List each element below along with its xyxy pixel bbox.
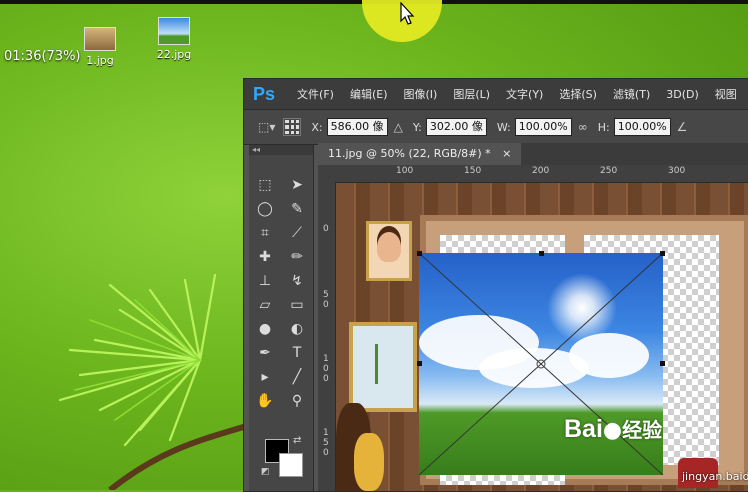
menu-edit[interactable]: 编辑(E) (342, 86, 396, 102)
move-tool-icon[interactable]: ➤ (281, 173, 313, 197)
document-canvas[interactable] (336, 183, 748, 491)
type-tool-icon[interactable]: T (281, 341, 313, 365)
ruler-tick: 150 (464, 166, 482, 176)
recording-timer: 01:36(73%) (4, 49, 81, 64)
transform-handle[interactable] (539, 251, 544, 256)
ruler-tick: 300 (668, 166, 686, 176)
transform-handle[interactable] (660, 251, 665, 256)
photoshop-logo: Ps (253, 83, 276, 104)
desktop-icon-label: 1.jpg (86, 54, 114, 67)
sprout-image (375, 344, 388, 384)
girl-portrait-image (377, 232, 401, 262)
lasso-tool-icon[interactable]: ◯ (249, 197, 281, 221)
dodge-tool-icon[interactable]: ◐ (281, 317, 313, 341)
ruler-origin[interactable] (318, 165, 336, 182)
w-label: W: (496, 120, 511, 134)
x-label: X: (311, 120, 323, 134)
line-tool-icon[interactable]: ╱ (281, 365, 313, 389)
height-input[interactable]: 100.00% (613, 118, 671, 136)
menu-image[interactable]: 图像(I) (396, 86, 446, 102)
pen-tool-icon[interactable]: ✒ (249, 341, 281, 365)
marquee-tool-icon[interactable]: ⬚ (249, 173, 281, 197)
options-bar: ⬚▾ X: 586.00 像 △ Y: 302.00 像 W: 100.00% … (244, 110, 748, 145)
menu-select[interactable]: 选择(S) (551, 86, 605, 102)
menu-layer[interactable]: 图层(L) (445, 86, 498, 102)
menu-view[interactable]: 视图 (707, 86, 745, 102)
image-thumbnail-icon (158, 17, 190, 45)
mouse-pointer-icon (400, 2, 415, 25)
crop-tool-icon[interactable]: ⌗ (249, 221, 281, 245)
transform-handle[interactable] (417, 251, 422, 256)
document-tab-bar: 11.jpg @ 50% (22, RGB/8#) * × (318, 143, 748, 165)
background-color-swatch[interactable] (279, 453, 303, 477)
ruler-tick: 200 (532, 166, 550, 176)
yellow-dress (354, 433, 384, 491)
eraser-tool-icon[interactable]: ▱ (249, 293, 281, 317)
width-input[interactable]: 100.00% (514, 118, 572, 136)
tools-panel: ◂◂ ⬚ ➤ ◯ ✎ ⌗ ⟋ ✚ ✏ ⊥ ↯ ▱ ▭ ● ◐ ✒ T ▸ ╱ ✋… (249, 145, 314, 491)
ruler-tick: 0 (323, 300, 329, 310)
horizontal-ruler[interactable]: 100 150 200 250 300 (336, 165, 748, 183)
transform-handle[interactable] (417, 361, 422, 366)
baidu-logo-text: Bai (564, 415, 603, 443)
eyedropper-tool-icon[interactable]: ⟋ (281, 221, 313, 245)
ruler-tick: 250 (600, 166, 618, 176)
menu-3d[interactable]: 3D(D) (658, 88, 707, 101)
desktop-icon-22jpg[interactable]: 22.jpg (144, 17, 204, 61)
ruler-tick: 1 (323, 428, 329, 438)
ruler-tick: 0 (323, 364, 329, 374)
vertical-ruler[interactable]: 0 5 0 1 0 0 1 5 0 (318, 182, 336, 491)
path-select-tool-icon[interactable]: ▸ (249, 365, 281, 389)
panel-collapse-icon[interactable]: ◂◂ (249, 145, 313, 155)
brush-tool-icon[interactable]: ✏ (281, 245, 313, 269)
zoom-tool-icon[interactable]: ⚲ (281, 389, 313, 413)
plant-photo-frame (349, 322, 417, 412)
ruler-tick: 1 (323, 354, 329, 364)
menu-bar: Ps 文件(F) 编辑(E) 图像(I) 图层(L) 文字(Y) 选择(S) 滤… (244, 79, 748, 110)
stamp-tool-icon[interactable]: ⊥ (249, 269, 281, 293)
ruler-tick: 5 (323, 438, 329, 448)
angle-icon[interactable]: ∠ (677, 120, 688, 134)
delta-icon[interactable]: △ (394, 120, 403, 134)
baidu-jingyan-text: 经验 (622, 418, 663, 442)
document-tab-title: 11.jpg @ 50% (22, RGB/8#) * (328, 147, 491, 160)
menu-filter[interactable]: 滤镜(T) (605, 86, 658, 102)
y-position-input[interactable]: 302.00 像 (425, 118, 487, 136)
ruler-tick: 5 (323, 290, 329, 300)
pine-branch-wallpaper (58, 273, 251, 490)
desktop-icon-label: 22.jpg (156, 48, 192, 61)
watermark-url: jingyan.baidu.com (682, 470, 748, 483)
baidu-watermark: Bai●经验 (564, 414, 662, 444)
swap-colors-icon[interactable]: ⇄ (293, 435, 301, 446)
color-swatches: ⇄ ◩ (261, 435, 311, 484)
ruler-tick: 100 (396, 166, 414, 176)
gradient-tool-icon[interactable]: ▭ (281, 293, 313, 317)
paw-icon: ● (602, 418, 623, 443)
link-icon[interactable]: ∞ (578, 120, 588, 134)
image-thumbnail-icon (84, 27, 116, 51)
ruler-tick: 0 (323, 224, 329, 234)
transform-tool-icon[interactable]: ⬚▾ (258, 120, 275, 134)
close-tab-icon[interactable]: × (502, 147, 511, 160)
menu-type[interactable]: 文字(Y) (498, 86, 551, 102)
reference-point-grid[interactable] (283, 118, 302, 136)
history-brush-tool-icon[interactable]: ↯ (281, 269, 313, 293)
healing-brush-tool-icon[interactable]: ✚ (249, 245, 281, 269)
document-tab[interactable]: 11.jpg @ 50% (22, RGB/8#) * × (318, 143, 522, 165)
menu-file[interactable]: 文件(F) (289, 86, 342, 102)
photoshop-window: Ps 文件(F) 编辑(E) 图像(I) 图层(L) 文字(Y) 选择(S) 滤… (243, 78, 748, 492)
x-position-input[interactable]: 586.00 像 (326, 118, 388, 136)
default-colors-icon[interactable]: ◩ (261, 467, 270, 477)
blur-tool-icon[interactable]: ● (249, 317, 281, 341)
quick-select-tool-icon[interactable]: ✎ (281, 197, 313, 221)
hand-tool-icon[interactable]: ✋ (249, 389, 281, 413)
portrait-photo-frame (366, 221, 412, 281)
ruler-tick: 0 (323, 374, 329, 384)
ruler-tick: 0 (323, 448, 329, 458)
transform-handle[interactable] (660, 361, 665, 366)
y-label: Y: (412, 120, 422, 134)
h-label: H: (597, 120, 610, 134)
